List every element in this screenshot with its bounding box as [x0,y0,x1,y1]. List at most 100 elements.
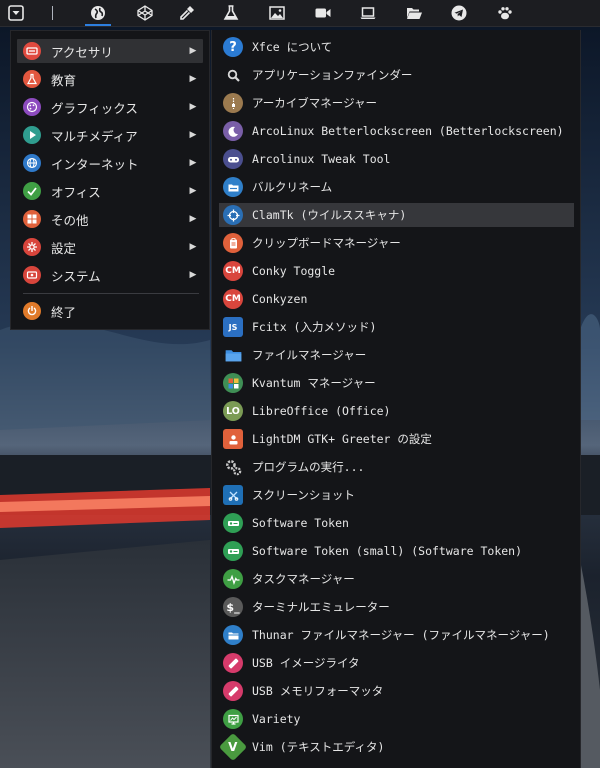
menu-item-bulk-rename[interactable]: バルクリネーム [219,175,574,199]
menu-item-label: Conkyzen [252,292,308,306]
menu-item-vim[interactable]: V Vim (テキストエディタ) [218,732,574,762]
submenu-arrow-icon: ▶ [189,270,197,280]
menu-item-label: Thunar ファイルマネージャー (ファイルマネージャー) [252,628,550,642]
menu-item-run-program[interactable]: プログラムの実行... [219,455,574,479]
accessories-submenu: ? Xfce について アプリケーションファインダー アーカイブマネージャー A… [211,30,581,768]
menu-category-label: マルチメディア [51,128,138,144]
menu-category-other[interactable]: その他 ▶ [17,207,203,231]
menu-category-multimedia[interactable]: マルチメディア ▶ [17,123,203,147]
menu-category-label: オフィス [51,184,101,200]
quit-button[interactable]: 終了 [17,299,203,323]
submenu-arrow-icon: ▶ [189,242,197,252]
menu-category-office[interactable]: オフィス ▶ [17,179,203,203]
libreoffice-icon: LO [223,401,243,421]
menu-item-label: LibreOffice (Office) [252,404,391,418]
paw-launcher[interactable] [489,0,521,26]
paper-plane-icon [451,5,467,21]
menu-item-terminal-emulator[interactable]: $_ ターミナルエミュレーター [219,595,574,619]
menu-item-betterlockscreen[interactable]: ArcoLinux Betterlockscreen (Betterlocksc… [219,119,574,143]
menu-item-thunar[interactable]: Thunar ファイルマネージャー (ファイルマネージャー) [219,623,574,647]
telegram-launcher[interactable] [443,0,475,26]
menu-category-label: システム [51,268,101,284]
submenu-arrow-icon: ▶ [189,130,197,140]
menu-item-screenshot[interactable]: スクリーンショット [219,483,574,507]
menu-item-task-manager[interactable]: タスクマネージャー [219,567,574,591]
system-icon [23,266,41,284]
check-icon [23,182,41,200]
video-camera-icon [315,8,331,18]
grid-icon [23,210,41,228]
palette-icon [23,98,41,116]
menu-category-internet[interactable]: インターネット ▶ [17,151,203,175]
accessories-icon [23,42,41,60]
menu-item-variety[interactable]: Variety [219,707,574,731]
clipboard-icon [223,233,243,253]
menu-item-label: ターミナルエミュレーター [252,600,390,614]
menu-category-label: インターネット [51,156,139,172]
flask-icon [23,70,41,88]
menu-item-libreoffice[interactable]: LO LibreOffice (Office) [219,399,574,423]
menu-item-label: ArcoLinux Betterlockscreen (Betterlocksc… [252,124,564,138]
crosshair-icon [223,205,243,225]
image-viewer-launcher[interactable] [261,0,293,26]
menu-item-file-manager[interactable]: ファイルマネージャー [219,343,574,367]
menu-category-graphics[interactable]: グラフィックス ▶ [17,95,203,119]
token-icon [223,541,243,561]
gear-icon [23,238,41,256]
submenu-arrow-icon: ▶ [189,214,197,224]
laptop-launcher[interactable] [352,0,384,26]
menu-category-settings[interactable]: 設定 ▶ [17,235,203,259]
menu-item-label: ClamTk (ウイルススキャナ) [252,208,407,222]
menu-divider [23,293,199,294]
color-picker-launcher[interactable] [171,0,203,26]
menu-item-about-xfce[interactable]: ? Xfce について [219,35,574,59]
conky-icon: CM [223,261,243,281]
menu-item-app-finder[interactable]: アプリケーションファインダー [219,63,574,87]
menu-category-education[interactable]: 教育 ▶ [17,67,203,91]
menu-button[interactable] [0,0,32,26]
menu-item-usb-stick-formatter[interactable]: USB メモリフォーマッタ [219,679,574,703]
menu-category-label: その他 [51,212,89,228]
menu-item-clamtk[interactable]: ClamTk (ウイルススキャナ) [219,203,574,227]
application-menu: アクセサリ ▶ 教育 ▶ グラフィックス ▶ マルチメディア ▶ インターネット… [10,30,210,330]
menu-category-label: グラフィックス [51,100,138,116]
menu-item-clipboard-manager[interactable]: クリップボードマネージャー [219,231,574,255]
menu-item-label: スクリーンショット [252,488,355,502]
menu-item-fcitx[interactable]: JS Fcitx (入力メソッド) [219,315,574,339]
menu-item-label: タスクマネージャー [252,572,355,586]
folder-icon [223,345,243,365]
gamepad-icon [223,149,243,169]
vim-icon: V [218,732,248,762]
menu-category-label: 設定 [51,240,77,256]
menu-item-software-token-small[interactable]: Software Token (small) (Software Token) [219,539,574,563]
conky-icon: CM [223,289,243,309]
folder-icon [223,625,243,645]
globe-icon [23,154,41,172]
folder-open-icon [407,8,422,19]
menu-category-system[interactable]: システム ▶ [17,263,203,287]
usb-icon [223,653,243,673]
variety-icon [223,709,243,729]
menu-item-label: Kvantum マネージャー [252,376,376,390]
menu-item-arcolinux-tweak-tool[interactable]: Arcolinux Tweak Tool [219,147,574,171]
science-launcher[interactable] [215,0,247,26]
multimedia-icon [23,126,41,144]
menu-item-kvantum-manager[interactable]: Kvantum マネージャー [219,371,574,395]
menu-item-label: クリップボードマネージャー [252,236,401,250]
menu-item-archive-manager[interactable]: アーカイブマネージャー [219,91,574,115]
codepen-launcher[interactable] [129,0,161,26]
submenu-arrow-icon: ▶ [189,158,197,168]
menu-item-conkyzen[interactable]: CM Conkyzen [219,287,574,311]
menu-item-label: Software Token (small) (Software Token) [252,544,523,558]
menu-item-usb-image-writer[interactable]: USB イメージライタ [219,651,574,675]
video-launcher[interactable] [307,0,339,26]
menu-category-accessories[interactable]: アクセサリ ▶ [17,39,203,63]
web-browser-launcher[interactable] [82,0,114,26]
menu-item-lightdm-greeter-settings[interactable]: LightDM GTK+ Greeter の設定 [219,427,574,451]
menu-item-label: Vim (テキストエディタ) [252,740,385,754]
menu-item-conky-toggle[interactable]: CM Conky Toggle [219,259,574,283]
menu-item-label: Variety [252,712,301,726]
menu-item-software-token[interactable]: Software Token [219,511,574,535]
file-manager-launcher[interactable] [398,0,430,26]
menu-item-label: USB メモリフォーマッタ [252,684,384,698]
